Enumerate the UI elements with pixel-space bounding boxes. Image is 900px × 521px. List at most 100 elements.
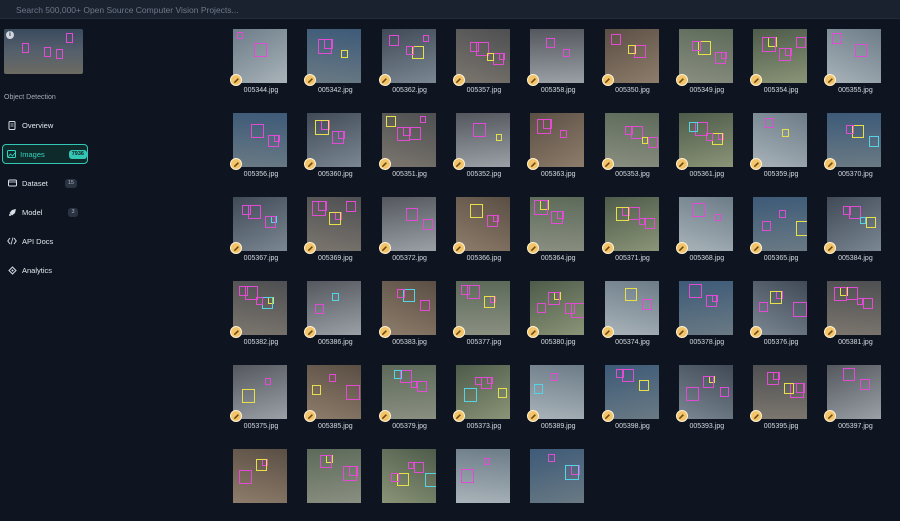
image-tile[interactable]: 005354.jpg bbox=[750, 29, 808, 101]
image-thumbnail[interactable] bbox=[530, 113, 585, 167]
sidebar-item-overview[interactable]: Overview bbox=[2, 115, 88, 135]
edit-pencil-icon[interactable] bbox=[750, 74, 763, 86]
image-tile[interactable]: 005374.jpg bbox=[601, 281, 659, 353]
image-tile[interactable]: 005358.jpg bbox=[527, 29, 585, 101]
image-thumbnail[interactable] bbox=[604, 365, 659, 419]
image-thumbnail[interactable] bbox=[381, 113, 436, 167]
edit-pencil-icon[interactable] bbox=[527, 326, 540, 338]
image-thumbnail[interactable] bbox=[233, 449, 287, 503]
image-tile[interactable]: 005363.jpg bbox=[527, 113, 585, 185]
image-tile[interactable]: 005359.jpg bbox=[750, 113, 808, 185]
edit-pencil-icon[interactable] bbox=[601, 74, 614, 86]
edit-pencil-icon[interactable] bbox=[304, 326, 317, 338]
image-tile[interactable]: 005384.jpg bbox=[824, 197, 882, 269]
image-thumbnail[interactable] bbox=[233, 113, 287, 167]
edit-pencil-icon[interactable] bbox=[750, 242, 763, 254]
edit-pencil-icon[interactable] bbox=[601, 242, 614, 254]
sidebar-item-analytics[interactable]: Analytics bbox=[2, 260, 88, 280]
image-tile[interactable] bbox=[230, 449, 287, 521]
image-thumbnail[interactable] bbox=[307, 449, 362, 503]
image-tile[interactable]: 005360.jpg bbox=[304, 113, 362, 185]
image-tile[interactable]: 005389.jpg bbox=[527, 365, 585, 437]
image-thumbnail[interactable] bbox=[678, 29, 733, 83]
edit-pencil-icon[interactable] bbox=[452, 158, 465, 170]
image-tile[interactable]: 005353.jpg bbox=[601, 113, 659, 185]
image-tile[interactable]: 005362.jpg bbox=[378, 29, 436, 101]
edit-pencil-icon[interactable] bbox=[230, 326, 242, 338]
edit-pencil-icon[interactable] bbox=[675, 74, 688, 86]
image-tile[interactable]: 005370.jpg bbox=[824, 113, 882, 185]
sidebar-item-model[interactable]: Model 3 bbox=[2, 202, 88, 222]
edit-pencil-icon[interactable] bbox=[452, 242, 465, 254]
edit-pencil-icon[interactable] bbox=[452, 326, 465, 338]
edit-pencil-icon[interactable] bbox=[304, 158, 317, 170]
edit-pencil-icon[interactable] bbox=[824, 326, 837, 338]
edit-pencil-icon[interactable] bbox=[601, 410, 614, 422]
image-thumbnail[interactable] bbox=[753, 281, 808, 335]
image-thumbnail[interactable] bbox=[604, 29, 659, 83]
info-icon[interactable]: i bbox=[6, 31, 14, 39]
image-tile[interactable]: 005366.jpg bbox=[452, 197, 510, 269]
edit-pencil-icon[interactable] bbox=[527, 242, 540, 254]
edit-pencil-icon[interactable] bbox=[452, 410, 465, 422]
project-cover-image[interactable] bbox=[4, 29, 83, 74]
image-tile[interactable]: 005373.jpg bbox=[452, 365, 510, 437]
edit-pencil-icon[interactable] bbox=[824, 242, 837, 254]
edit-pencil-icon[interactable] bbox=[230, 158, 242, 170]
edit-pencil-icon[interactable] bbox=[750, 326, 763, 338]
edit-pencil-icon[interactable] bbox=[675, 410, 688, 422]
image-tile[interactable]: 005375.jpg bbox=[230, 365, 287, 437]
image-tile[interactable]: 005351.jpg bbox=[378, 113, 436, 185]
image-thumbnail[interactable] bbox=[307, 197, 362, 251]
sidebar-item-dataset[interactable]: Dataset 15 bbox=[2, 173, 88, 193]
sidebar-item-images[interactable]: Images 7936 bbox=[2, 144, 88, 164]
image-tile[interactable]: 005350.jpg bbox=[601, 29, 659, 101]
image-tile[interactable]: 005342.jpg bbox=[304, 29, 362, 101]
image-tile[interactable]: 005379.jpg bbox=[378, 365, 436, 437]
image-tile[interactable]: 005364.jpg bbox=[527, 197, 585, 269]
image-tile[interactable]: 005357.jpg bbox=[452, 29, 510, 101]
sidebar-item-api-docs[interactable]: API Docs bbox=[2, 231, 88, 251]
image-thumbnail[interactable] bbox=[530, 365, 585, 419]
edit-pencil-icon[interactable] bbox=[601, 158, 614, 170]
image-thumbnail[interactable] bbox=[678, 281, 733, 335]
image-thumbnail[interactable] bbox=[455, 365, 510, 419]
image-thumbnail[interactable] bbox=[455, 29, 510, 83]
image-tile[interactable] bbox=[453, 449, 510, 521]
edit-pencil-icon[interactable] bbox=[378, 326, 391, 338]
image-thumbnail[interactable] bbox=[233, 197, 287, 251]
image-thumbnail[interactable] bbox=[530, 197, 585, 251]
edit-pencil-icon[interactable] bbox=[824, 158, 837, 170]
image-tile[interactable]: 005371.jpg bbox=[601, 197, 659, 269]
image-tile[interactable]: 005365.jpg bbox=[750, 197, 808, 269]
image-tile[interactable]: 005383.jpg bbox=[378, 281, 436, 353]
image-thumbnail[interactable] bbox=[530, 29, 585, 83]
image-thumbnail[interactable] bbox=[604, 281, 659, 335]
image-tile[interactable]: 005381.jpg bbox=[824, 281, 882, 353]
image-tile[interactable]: 005382.jpg bbox=[230, 281, 287, 353]
edit-pencil-icon[interactable] bbox=[601, 326, 614, 338]
edit-pencil-icon[interactable] bbox=[230, 74, 242, 86]
image-tile[interactable]: 005376.jpg bbox=[750, 281, 808, 353]
image-tile[interactable]: 005397.jpg bbox=[824, 365, 882, 437]
image-tile[interactable]: 005361.jpg bbox=[675, 113, 733, 185]
image-thumbnail[interactable] bbox=[455, 113, 510, 167]
image-tile[interactable] bbox=[304, 449, 362, 521]
image-thumbnail[interactable] bbox=[753, 197, 808, 251]
edit-pencil-icon[interactable] bbox=[527, 410, 540, 422]
edit-pencil-icon[interactable] bbox=[452, 74, 465, 86]
image-thumbnail[interactable] bbox=[455, 449, 510, 503]
image-thumbnail[interactable] bbox=[604, 197, 659, 251]
image-thumbnail[interactable] bbox=[381, 197, 436, 251]
image-thumbnail[interactable] bbox=[678, 365, 733, 419]
edit-pencil-icon[interactable] bbox=[675, 158, 688, 170]
image-thumbnail[interactable] bbox=[381, 365, 436, 419]
edit-pencil-icon[interactable] bbox=[675, 326, 688, 338]
edit-pencil-icon[interactable] bbox=[378, 158, 391, 170]
edit-pencil-icon[interactable] bbox=[378, 74, 391, 86]
image-thumbnail[interactable] bbox=[604, 113, 659, 167]
image-thumbnail[interactable] bbox=[233, 29, 287, 83]
image-tile[interactable]: 005344.jpg bbox=[230, 29, 287, 101]
image-thumbnail[interactable] bbox=[307, 281, 362, 335]
image-tile[interactable]: 005393.jpg bbox=[675, 365, 733, 437]
